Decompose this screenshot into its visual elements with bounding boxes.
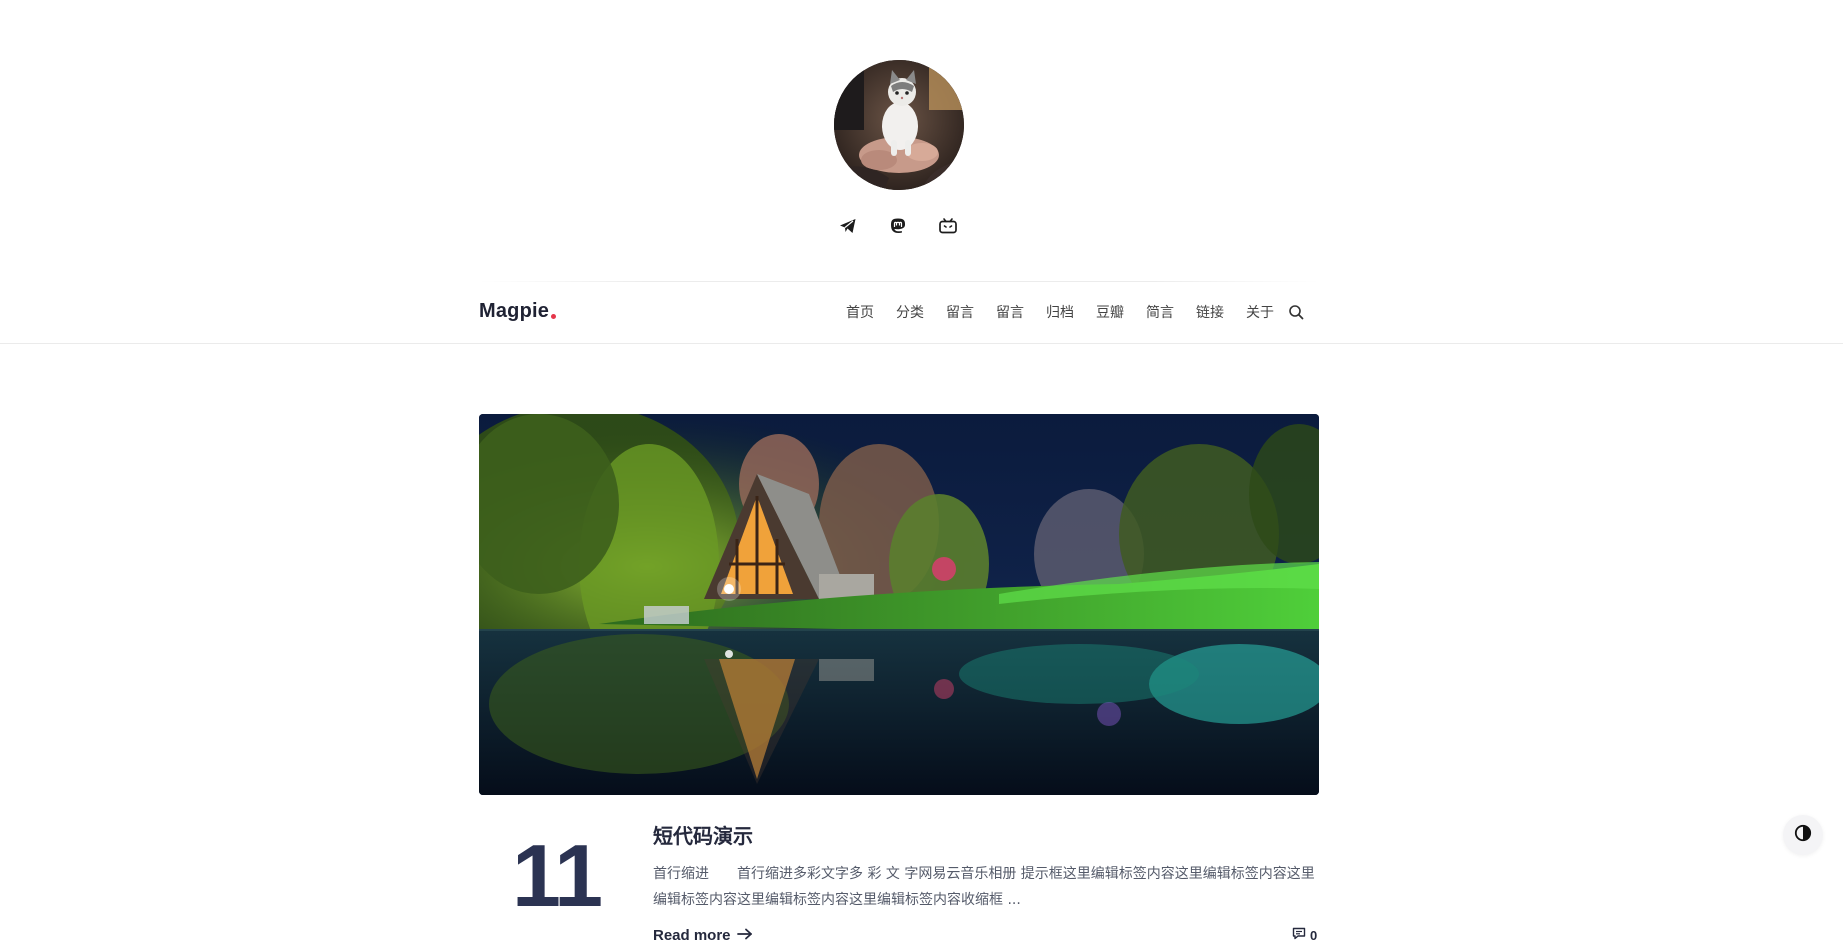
comment-count[interactable]: 0	[1292, 927, 1317, 943]
nav-item-about[interactable]: 关于	[1246, 302, 1274, 322]
social-links	[835, 214, 961, 238]
read-more-link[interactable]: Read more	[653, 927, 753, 944]
comment-icon	[1292, 927, 1306, 943]
site-brand[interactable]: Magpie	[479, 300, 557, 323]
main-menu: 首页 分类 留言 留言 归档 豆瓣 简言 链接 关于	[846, 302, 1306, 322]
arrow-right-icon	[736, 927, 753, 944]
telegram-icon[interactable]	[835, 214, 861, 238]
post-cover-image[interactable]	[479, 414, 1319, 795]
cover-illustration	[479, 414, 1319, 795]
nav-item-guestbook[interactable]: 留言	[946, 302, 974, 322]
avatar-image	[834, 60, 964, 190]
page: Magpie 首页 分类 留言 留言 归档 豆瓣 简言 链接 关于 11 短代码…	[0, 0, 1843, 947]
theme-toggle-button[interactable]	[1783, 815, 1823, 855]
brand-name[interactable]: Magpie	[479, 300, 549, 323]
nav-item-archive[interactable]: 归档	[1046, 302, 1074, 322]
post-title[interactable]: 短代码演示	[653, 820, 753, 849]
brand-dot	[551, 314, 557, 319]
navbar: Magpie 首页 分类 留言 留言 归档 豆瓣 简言 链接 关于	[0, 282, 1843, 344]
nav-item-notes[interactable]: 简言	[1146, 302, 1174, 322]
read-more-label: Read more	[653, 927, 731, 944]
comment-count-value: 0	[1310, 927, 1318, 943]
nav-item-douban[interactable]: 豆瓣	[1096, 302, 1124, 322]
nav-item-home[interactable]: 首页	[846, 302, 874, 322]
search-icon[interactable]	[1288, 303, 1306, 321]
nav-item-guestbook-2[interactable]: 留言	[996, 302, 1024, 322]
contrast-icon	[1794, 824, 1812, 847]
mastodon-icon[interactable]	[885, 214, 911, 238]
bilibili-icon[interactable]	[935, 214, 961, 238]
post-excerpt: 首行缩进 首行缩进多彩文字多 彩 文 字网易云音乐相册 提示框这里编辑标签内容这…	[653, 866, 1315, 908]
avatar[interactable]	[834, 60, 964, 190]
nav-item-categories[interactable]: 分类	[896, 302, 924, 322]
nav-item-links[interactable]: 链接	[1196, 302, 1224, 322]
post-date-day: 11	[512, 826, 603, 925]
